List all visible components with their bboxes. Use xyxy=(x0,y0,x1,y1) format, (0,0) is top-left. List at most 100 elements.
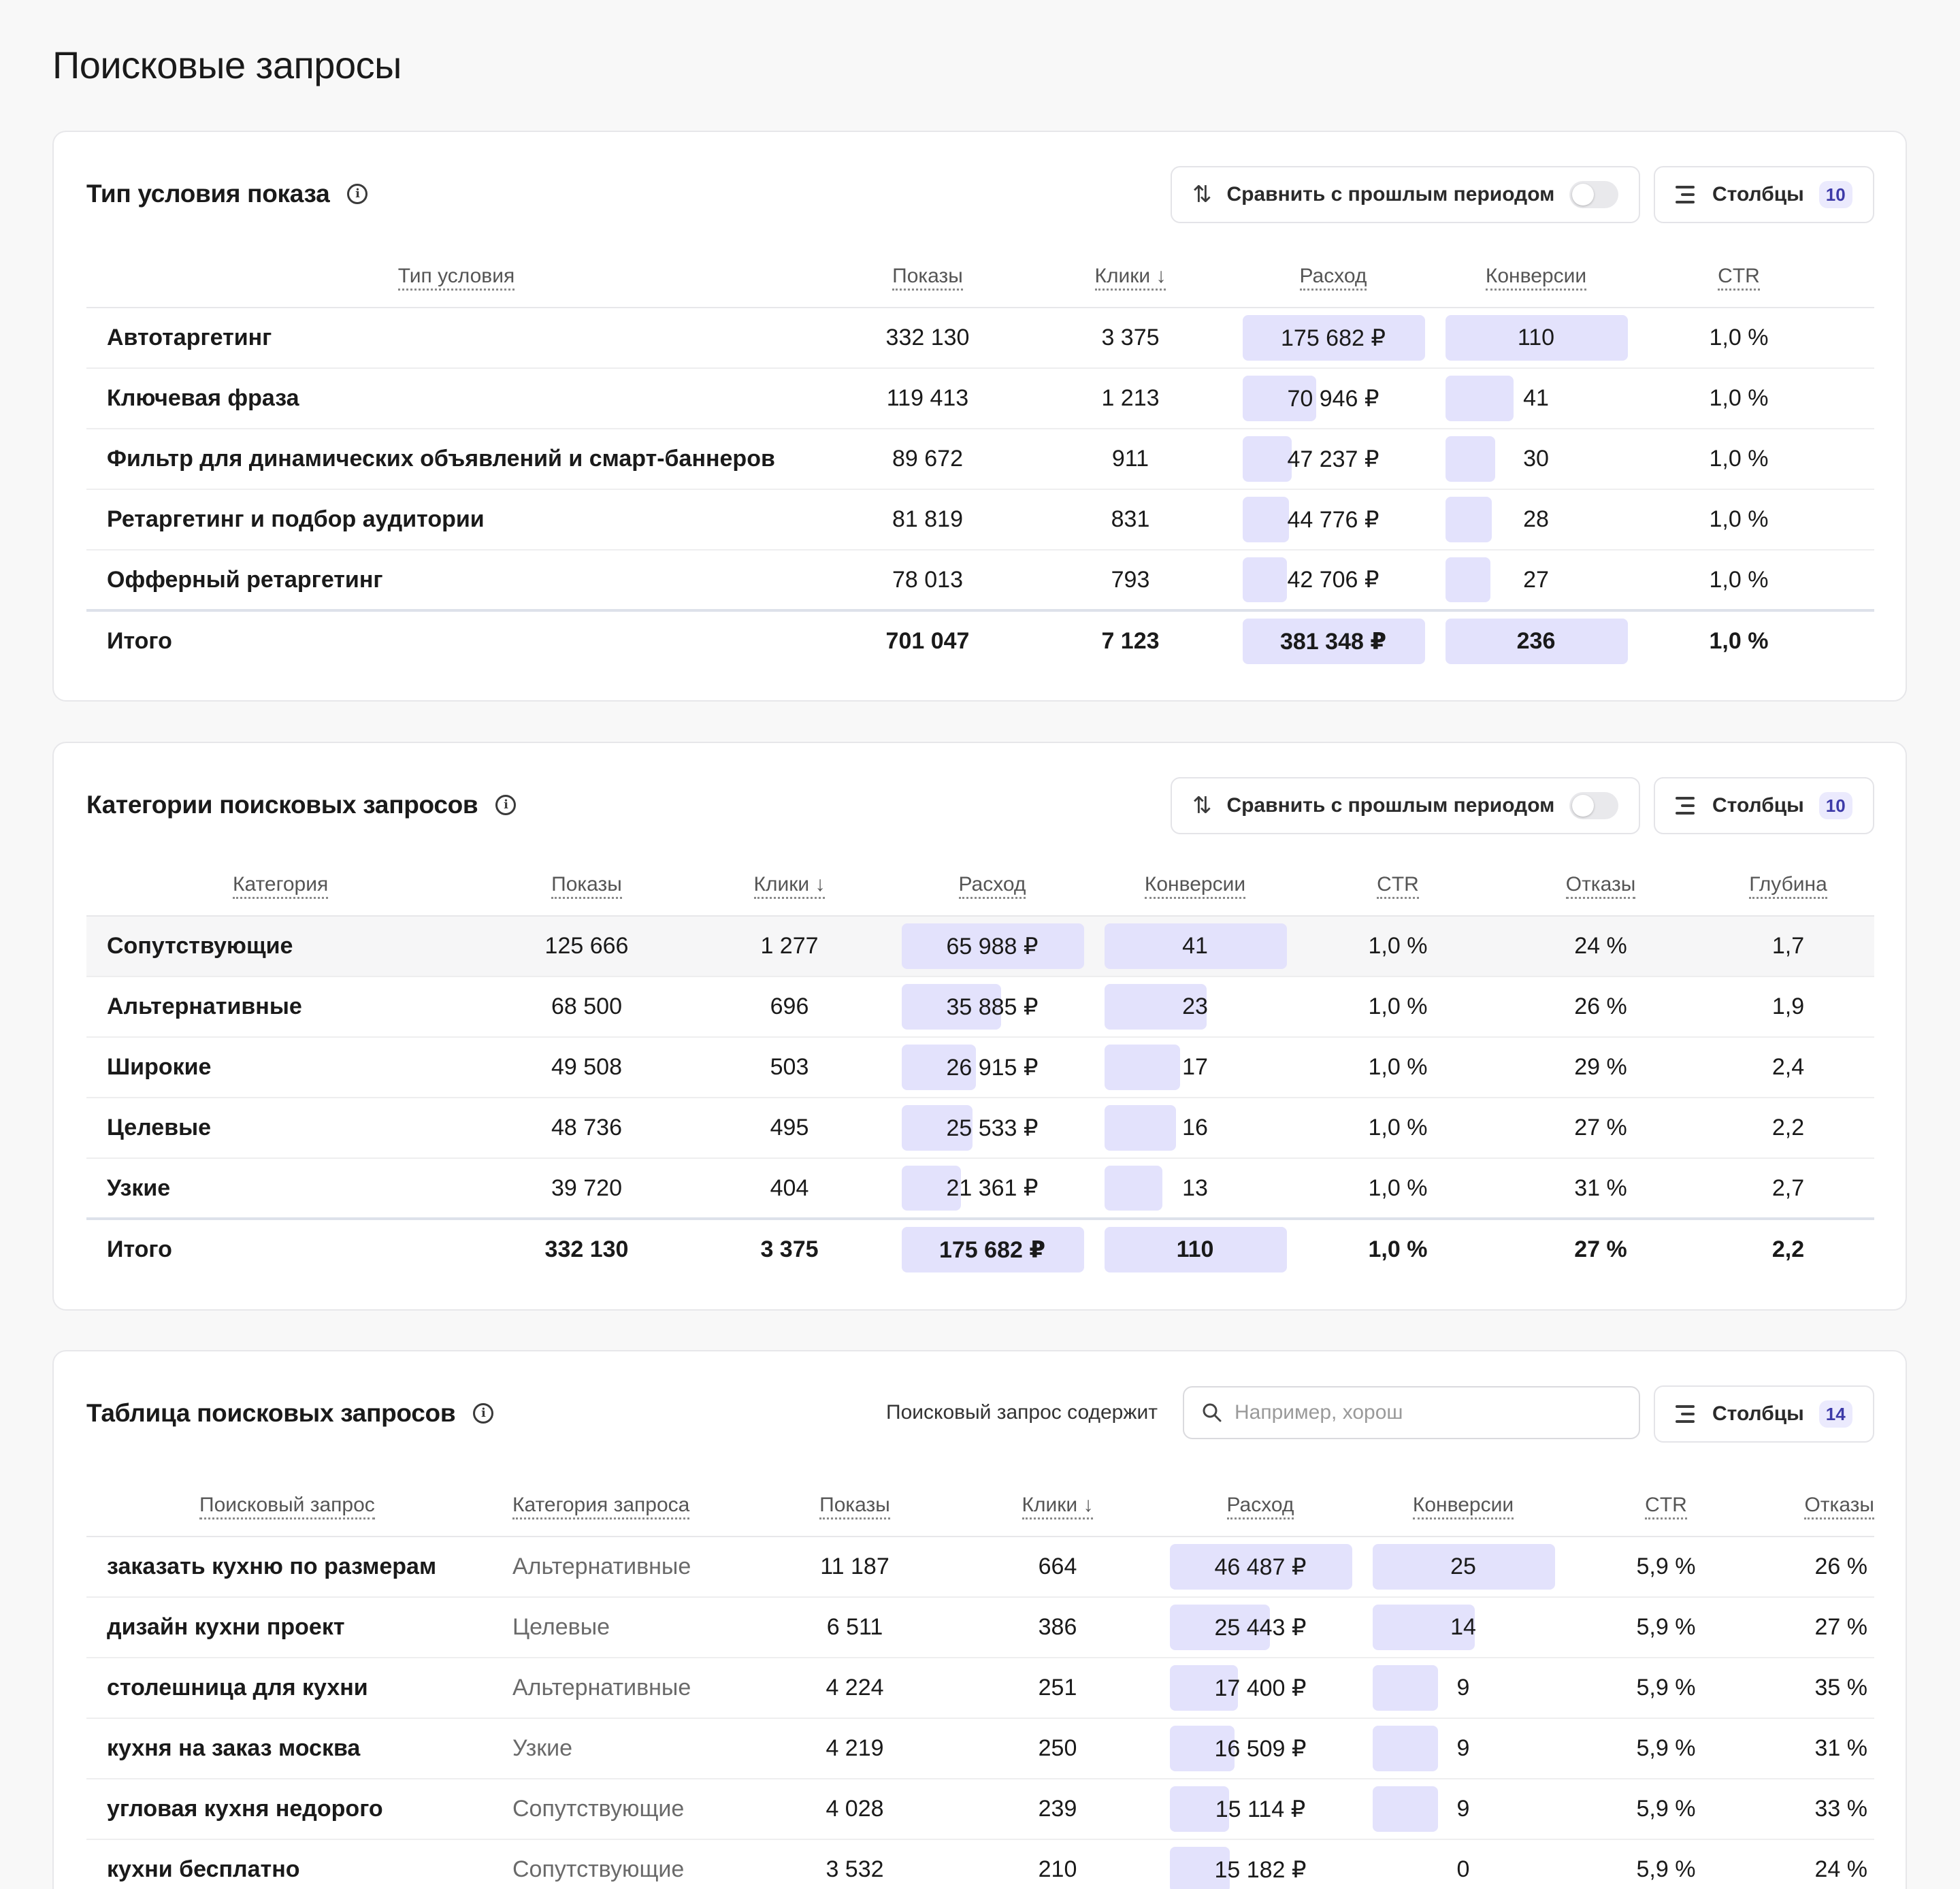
table-cell: 1,7 xyxy=(1702,916,1874,977)
page-title: Поисковые запросы xyxy=(52,44,402,86)
table-cell: 503 xyxy=(688,1037,891,1098)
col-header[interactable]: Показы xyxy=(485,853,688,916)
columns-button[interactable]: Столбцы 10 xyxy=(1654,777,1874,834)
columns-count-badge: 14 xyxy=(1818,1400,1852,1428)
table-cell: 26 % xyxy=(1499,976,1702,1038)
table-cell: 29 % xyxy=(1499,1037,1702,1098)
table-cell: 7 123 xyxy=(1101,628,1160,654)
col-header[interactable]: Тип условия xyxy=(86,245,826,308)
col-header[interactable]: Расход xyxy=(1232,245,1435,308)
table-cell: Альтернативные xyxy=(495,1537,753,1598)
compare-toggle[interactable] xyxy=(1569,792,1618,819)
table-row[interactable]: угловая кухня недорого Сопутствующие 4 0… xyxy=(86,1779,1874,1840)
table-row[interactable]: кухня на заказ москва Узкие 4 219 250 16… xyxy=(86,1718,1874,1779)
table-header: Поисковый запрос Категория запроса Показ… xyxy=(86,1474,1874,1537)
table-cell: Офферный ретаргетинг xyxy=(86,550,826,611)
table-row[interactable]: Целевые 48 736 495 25 533 ₽ 16 1,0 % 27 … xyxy=(86,1098,1874,1159)
value-bar xyxy=(1243,557,1287,602)
compare-toggle[interactable] xyxy=(1569,181,1618,208)
bar-cell: 26 915 ₽ xyxy=(891,1037,1094,1098)
table-row[interactable]: Альтернативные 68 500 696 35 885 ₽ 23 1,… xyxy=(86,976,1874,1038)
col-header[interactable]: Конверсии xyxy=(1362,1474,1565,1537)
columns-icon xyxy=(1676,795,1695,816)
columns-button[interactable]: Столбцы 14 xyxy=(1654,1385,1874,1443)
columns-icon xyxy=(1676,1404,1695,1424)
sort-arrows-icon: ⇅ xyxy=(1192,793,1212,819)
bar-cell: 47 237 ₽ xyxy=(1232,429,1435,490)
col-header[interactable]: Поисковый запрос xyxy=(86,1474,495,1537)
bar-cell: 236 xyxy=(1435,610,1637,671)
table-row[interactable]: Автотаргетинг 332 130 3 375 175 682 ₽ 11… xyxy=(86,308,1874,369)
compare-period-button[interactable]: ⇅ Сравнить с прошлым периодом xyxy=(1171,166,1640,223)
col-header[interactable]: Категория запроса xyxy=(495,1474,753,1537)
bar-cell: 41 xyxy=(1094,916,1296,977)
table-cell: Ключевая фраза xyxy=(86,368,826,429)
search-queries-card: Таблица поисковых запросов i Поисковый з… xyxy=(52,1350,1907,1889)
search-field[interactable] xyxy=(1183,1386,1640,1439)
table-row[interactable]: Сопутствующие 125 666 1 277 65 988 ₽ 41 … xyxy=(86,916,1874,977)
col-header[interactable]: CTR xyxy=(1565,1474,1767,1537)
card-title: Категории поисковых запросов i xyxy=(86,791,517,819)
bar-cell: 21 361 ₽ xyxy=(891,1158,1094,1219)
table-cell: 35 % xyxy=(1767,1658,1874,1719)
col-header[interactable]: Показы xyxy=(753,1474,956,1537)
table-row[interactable]: заказать кухню по размерам Альтернативны… xyxy=(86,1537,1874,1598)
table-row[interactable]: Ключевая фраза 119 413 1 213 70 946 ₽ 41… xyxy=(86,368,1874,429)
info-icon[interactable]: i xyxy=(495,795,517,815)
bar-cell: 35 885 ₽ xyxy=(891,976,1094,1038)
table-cell: 332 130 xyxy=(826,308,1029,369)
table-row[interactable]: столешница для кухни Альтернативные 4 22… xyxy=(86,1658,1874,1719)
table-row[interactable]: Ретаргетинг и подбор аудитории 81 819 83… xyxy=(86,489,1874,551)
table-cell: 701 047 xyxy=(885,628,970,654)
table-cell: 831 xyxy=(1029,489,1232,551)
col-header[interactable]: CTR xyxy=(1296,853,1499,916)
table-cell: Узкие xyxy=(495,1718,753,1779)
table-cell: 404 xyxy=(688,1158,891,1219)
info-icon[interactable]: i xyxy=(473,1403,494,1424)
col-header[interactable]: Расход xyxy=(891,853,1094,916)
bar-cell: 25 xyxy=(1362,1537,1565,1598)
table-cell: 386 xyxy=(956,1597,1159,1658)
col-header[interactable]: Отказы xyxy=(1767,1474,1874,1537)
col-header[interactable]: Показы xyxy=(826,245,1029,308)
value-bar xyxy=(1243,436,1292,482)
table-row[interactable]: Офферный ретаргетинг 78 013 793 42 706 ₽… xyxy=(86,550,1874,611)
bar-cell: 16 509 ₽ xyxy=(1159,1718,1362,1779)
table-cell: Целевые xyxy=(86,1098,485,1159)
table-cell: столешница для кухни xyxy=(86,1658,495,1719)
table-row[interactable]: Фильтр для динамических объявлений и сма… xyxy=(86,429,1874,490)
columns-button[interactable]: Столбцы 10 xyxy=(1654,166,1874,223)
col-header[interactable]: Клики ↓ xyxy=(956,1474,1159,1537)
table-row[interactable]: Широкие 49 508 503 26 915 ₽ 17 1,0 % 29 … xyxy=(86,1037,1874,1098)
col-header[interactable]: CTR xyxy=(1637,245,1840,308)
condition-type-table: Тип условия Показы Клики ↓ Расход Конвер… xyxy=(86,245,1874,671)
query-categories-card: Категории поисковых запросов i ⇅ Сравнит… xyxy=(52,742,1907,1311)
table-row[interactable]: кухни бесплатно Сопутствующие 3 532 210 … xyxy=(86,1839,1874,1889)
col-header[interactable]: Конверсии xyxy=(1094,853,1296,916)
col-header[interactable]: Отказы xyxy=(1499,853,1702,916)
col-header[interactable]: Клики ↓ xyxy=(1029,245,1232,308)
search-input[interactable] xyxy=(1235,1401,1629,1424)
info-icon[interactable]: i xyxy=(347,184,368,204)
col-header[interactable]: Категория xyxy=(86,853,485,916)
table-cell xyxy=(1840,308,1874,369)
value-bar xyxy=(1105,1166,1162,1211)
col-header[interactable]: Расход xyxy=(1159,1474,1362,1537)
table-cell: 1,0 % xyxy=(1296,1037,1499,1098)
bar-cell: 17 400 ₽ xyxy=(1159,1658,1362,1719)
table-row[interactable]: дизайн кухни проект Целевые 6 511 386 25… xyxy=(86,1597,1874,1658)
table-cell: 664 xyxy=(956,1537,1159,1598)
col-header[interactable]: Конверсии xyxy=(1435,245,1637,308)
table-cell: 5,9 % xyxy=(1565,1779,1767,1840)
columns-label: Столбцы xyxy=(1712,183,1804,206)
table-cell: Альтернативные xyxy=(495,1658,753,1719)
compare-period-button[interactable]: ⇅ Сравнить с прошлым периодом xyxy=(1171,777,1640,834)
col-header[interactable]: Глубина xyxy=(1702,853,1874,916)
bar-cell: 27 xyxy=(1435,550,1637,611)
table-cell: Сопутствующие xyxy=(86,916,485,977)
table-cell: 239 xyxy=(956,1779,1159,1840)
bar-cell: 23 xyxy=(1094,976,1296,1038)
bar-cell: 110 xyxy=(1094,1219,1296,1279)
col-header[interactable]: Клики ↓ xyxy=(688,853,891,916)
table-row[interactable]: Узкие 39 720 404 21 361 ₽ 13 1,0 % 31 % … xyxy=(86,1158,1874,1219)
